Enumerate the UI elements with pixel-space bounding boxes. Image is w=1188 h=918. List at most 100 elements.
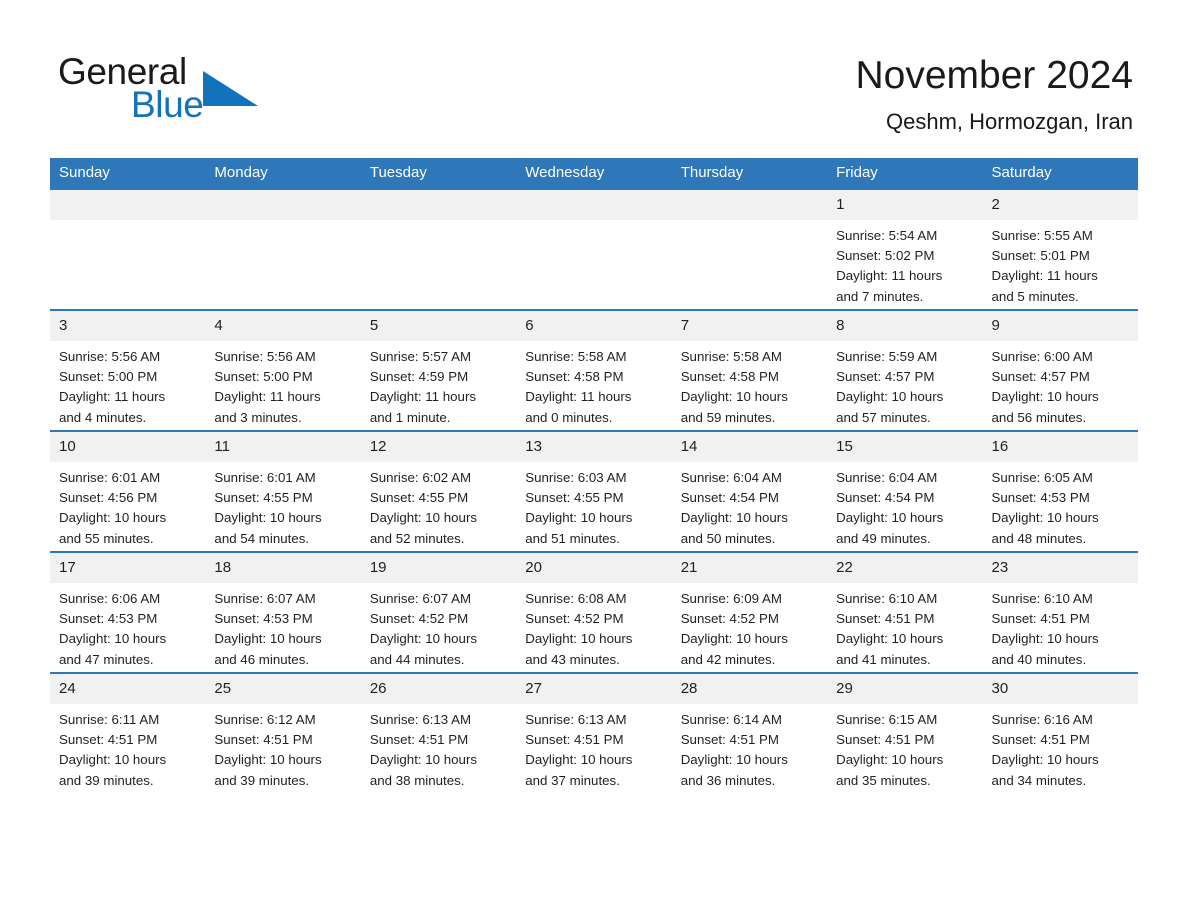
calendar-day-cell[interactable]: 4 Sunrise: 5:56 AM Sunset: 5:00 PM Daylight… [205, 309, 361, 431]
calendar-day-cell[interactable]: 20 Sunrise: 6:08 AM Sunset: 4:52 PM Dayligh… [516, 551, 672, 673]
calendar-body: 1 Sunrise: 5:54 AM Sunset: 5:02 PM Daylight… [50, 188, 1138, 793]
calendar-day-cell[interactable]: 18 Sunrise: 6:07 AM Sunset: 4:53 PM Dayligh… [205, 551, 361, 673]
calendar-day-cell[interactable]: 19 Sunrise: 6:07 AM Sunset: 4:52 PM Dayligh… [360, 551, 517, 673]
day-details: Sunrise: 5:55 AM Sunset: 5:01 PM Daylight:… [983, 220, 1138, 307]
day-details: Sunrise: 6:13 AM Sunset: 4:51 PM Daylight:… [516, 704, 671, 791]
calendar-day-cell[interactable]: 12 Sunrise: 6:02 AM Sunset: 4:55 PM Dayligh… [360, 430, 517, 552]
day-number: 2 [982, 190, 1138, 220]
day-cell-inner: 29 Sunrise: 6:15 AM Sunset: 4:51 PM Dayligh… [827, 674, 983, 793]
daylight-text-line1: Daylight: 10 hours [836, 631, 944, 647]
sunset-text: Sunset: 4:51 PM [836, 611, 935, 627]
day-cell-inner: 21 Sunrise: 6:09 AM Sunset: 4:52 PM Dayligh… [671, 553, 828, 672]
calendar-day-cell[interactable]: 25 Sunrise: 6:12 AM Sunset: 4:51 PM Dayligh… [205, 672, 361, 793]
sunset-text: Sunset: 4:51 PM [680, 732, 779, 748]
weekday-header-wednesday: Wednesday [516, 158, 672, 189]
sunrise-text: Sunrise: 6:13 AM [525, 712, 627, 727]
sunset-text: Sunset: 4:51 PM [836, 732, 935, 748]
calendar-day-cell[interactable]: 13 Sunrise: 6:03 AM Sunset: 4:55 PM Dayligh… [516, 430, 672, 552]
calendar-day-cell[interactable]: 9 Sunrise: 6:00 AM Sunset: 4:57 PM Daylight… [982, 309, 1138, 431]
calendar-day-cell[interactable]: 8 Sunrise: 5:59 AM Sunset: 4:57 PM Daylight… [827, 309, 983, 431]
day-details: Sunrise: 6:07 AM Sunset: 4:53 PM Daylight:… [205, 583, 360, 670]
calendar-day-cell[interactable]: 24 Sunrise: 6:11 AM Sunset: 4:51 PM Dayligh… [50, 672, 206, 793]
day-details: Sunrise: 6:12 AM Sunset: 4:51 PM Daylight:… [205, 704, 360, 791]
calendar-day-cell[interactable]: 11 Sunrise: 6:01 AM Sunset: 4:55 PM Dayligh… [205, 430, 361, 552]
calendar-day-cell[interactable]: 29 Sunrise: 6:15 AM Sunset: 4:51 PM Dayligh… [827, 672, 983, 793]
daylight-text-line2: and 52 minutes. [369, 530, 465, 546]
day-number: 14 [671, 432, 828, 462]
daylight-text-line1: Daylight: 11 hours [525, 389, 632, 405]
calendar-day-cell[interactable]: 15 Sunrise: 6:04 AM Sunset: 4:54 PM Dayligh… [827, 430, 983, 552]
calendar-day-cell[interactable]: 7 Sunrise: 5:58 AM Sunset: 4:58 PM Daylight… [671, 309, 828, 431]
sunrise-text: Sunrise: 5:56 AM [59, 349, 161, 364]
sunrise-text: Sunrise: 6:14 AM [680, 712, 782, 727]
day-number: 5 [360, 311, 517, 341]
calendar-day-cell[interactable]: 6 Sunrise: 5:58 AM Sunset: 4:58 PM Daylight… [516, 309, 672, 431]
daylight-text-line1: Daylight: 11 hours [369, 389, 477, 405]
day-cell-inner: 6 Sunrise: 5:58 AM Sunset: 4:58 PM Daylight… [516, 311, 672, 430]
day-number: 24 [50, 674, 206, 704]
sunrise-text: Sunrise: 6:04 AM [680, 470, 782, 485]
sunset-text: Sunset: 4:53 PM [214, 611, 313, 627]
day-details: Sunrise: 6:03 AM Sunset: 4:55 PM Daylight:… [516, 462, 671, 549]
day-cell-inner: 20 Sunrise: 6:08 AM Sunset: 4:52 PM Dayligh… [516, 553, 672, 672]
calendar-day-cell[interactable]: 22 Sunrise: 6:10 AM Sunset: 4:51 PM Dayligh… [827, 551, 983, 673]
day-number: 4 [205, 311, 361, 341]
title-block: November 2024 Qeshm, Hormozgan, Iran [856, 52, 1134, 136]
day-number: 9 [982, 311, 1138, 341]
daylight-text-line2: and 7 minutes. [836, 288, 924, 304]
day-cell-inner: 16 Sunrise: 6:05 AM Sunset: 4:53 PM Dayligh… [982, 432, 1138, 551]
daylight-text-line2: and 57 minutes. [836, 409, 931, 425]
daylight-text-line2: and 49 minutes. [836, 530, 931, 546]
calendar-table: Sunday Monday Tuesday Wednesday Thursday… [50, 158, 1138, 793]
calendar-day-cell[interactable]: 17 Sunrise: 6:06 AM Sunset: 4:53 PM Dayligh… [50, 551, 206, 673]
calendar-day-cell[interactable]: 30 Sunrise: 6:16 AM Sunset: 4:51 PM Dayligh… [982, 672, 1138, 793]
day-number: 16 [982, 432, 1138, 462]
calendar-day-cell[interactable]: 2 Sunrise: 5:55 AM Sunset: 5:01 PM Daylight… [982, 188, 1138, 310]
daylight-text-line2: and 0 minutes. [525, 409, 613, 425]
day-cell-inner: 24 Sunrise: 6:11 AM Sunset: 4:51 PM Dayligh… [50, 674, 206, 793]
sunset-text: Sunset: 4:56 PM [59, 490, 158, 506]
sunrise-text: Sunrise: 6:04 AM [836, 470, 938, 485]
calendar-page: General Blue November 2024 Qeshm, Hormoz… [0, 0, 1188, 918]
day-number: 20 [516, 553, 672, 583]
calendar-day-cell[interactable]: 27 Sunrise: 6:13 AM Sunset: 4:51 PM Dayligh… [516, 672, 672, 793]
calendar-day-cell[interactable]: 21 Sunrise: 6:09 AM Sunset: 4:52 PM Dayligh… [671, 551, 828, 673]
calendar-day-cell[interactable]: 28 Sunrise: 6:14 AM Sunset: 4:51 PM Dayligh… [671, 672, 828, 793]
calendar-day-cell[interactable]: 16 Sunrise: 6:05 AM Sunset: 4:53 PM Dayligh… [982, 430, 1138, 552]
day-details: Sunrise: 6:04 AM Sunset: 4:54 PM Daylight:… [827, 462, 982, 549]
calendar-day-cell[interactable]: 23 Sunrise: 6:10 AM Sunset: 4:51 PM Dayligh… [982, 551, 1138, 673]
day-number: 22 [827, 553, 983, 583]
calendar-day-cell[interactable]: 3 Sunrise: 5:56 AM Sunset: 5:00 PM Daylight… [50, 309, 206, 431]
daylight-text-line2: and 40 minutes. [991, 651, 1087, 667]
sunrise-text: Sunrise: 6:10 AM [836, 591, 938, 606]
calendar-day-cell[interactable]: 10 Sunrise: 6:01 AM Sunset: 4:56 PM Dayligh… [50, 430, 206, 552]
day-number: 15 [827, 432, 983, 462]
day-number: 30 [982, 674, 1138, 704]
sunrise-text: Sunrise: 6:00 AM [991, 349, 1093, 364]
day-number: 17 [50, 553, 206, 583]
calendar-day-cell[interactable]: 5 Sunrise: 5:57 AM Sunset: 4:59 PM Daylight… [360, 309, 517, 431]
day-cell-inner: 15 Sunrise: 6:04 AM Sunset: 4:54 PM Dayligh… [827, 432, 983, 551]
calendar-day-cell[interactable]: 14 Sunrise: 6:04 AM Sunset: 4:54 PM Dayligh… [671, 430, 828, 552]
day-details: Sunrise: 6:10 AM Sunset: 4:51 PM Daylight:… [827, 583, 982, 670]
daylight-text-line2: and 51 minutes. [525, 530, 620, 546]
daylight-text-line2: and 38 minutes. [369, 772, 465, 788]
sunrise-text: Sunrise: 5:54 AM [836, 228, 938, 243]
sunrise-text: Sunrise: 5:57 AM [369, 349, 472, 364]
day-number: 8 [827, 311, 983, 341]
sunset-text: Sunset: 4:54 PM [680, 490, 779, 506]
daylight-text-line2: and 1 minute. [369, 409, 451, 425]
daylight-text-line1: Daylight: 10 hours [680, 389, 788, 405]
calendar-day-cell[interactable]: 26 Sunrise: 6:13 AM Sunset: 4:51 PM Dayligh… [360, 672, 517, 793]
daylight-text-line2: and 39 minutes. [214, 772, 310, 788]
day-cell-inner: 2 Sunrise: 5:55 AM Sunset: 5:01 PM Daylight… [982, 190, 1138, 309]
day-number: 23 [982, 553, 1138, 583]
day-number: 10 [50, 432, 206, 462]
sunrise-text: Sunrise: 5:59 AM [836, 349, 938, 364]
daylight-text-line1: Daylight: 10 hours [991, 631, 1099, 647]
sunrise-text: Sunrise: 6:11 AM [59, 712, 160, 727]
calendar-day-cell[interactable]: 1 Sunrise: 5:54 AM Sunset: 5:02 PM Daylight… [827, 188, 983, 310]
day-number [50, 190, 206, 220]
sunset-text: Sunset: 4:51 PM [991, 611, 1090, 627]
day-cell-inner: 9 Sunrise: 6:00 AM Sunset: 4:57 PM Daylight… [982, 311, 1138, 430]
